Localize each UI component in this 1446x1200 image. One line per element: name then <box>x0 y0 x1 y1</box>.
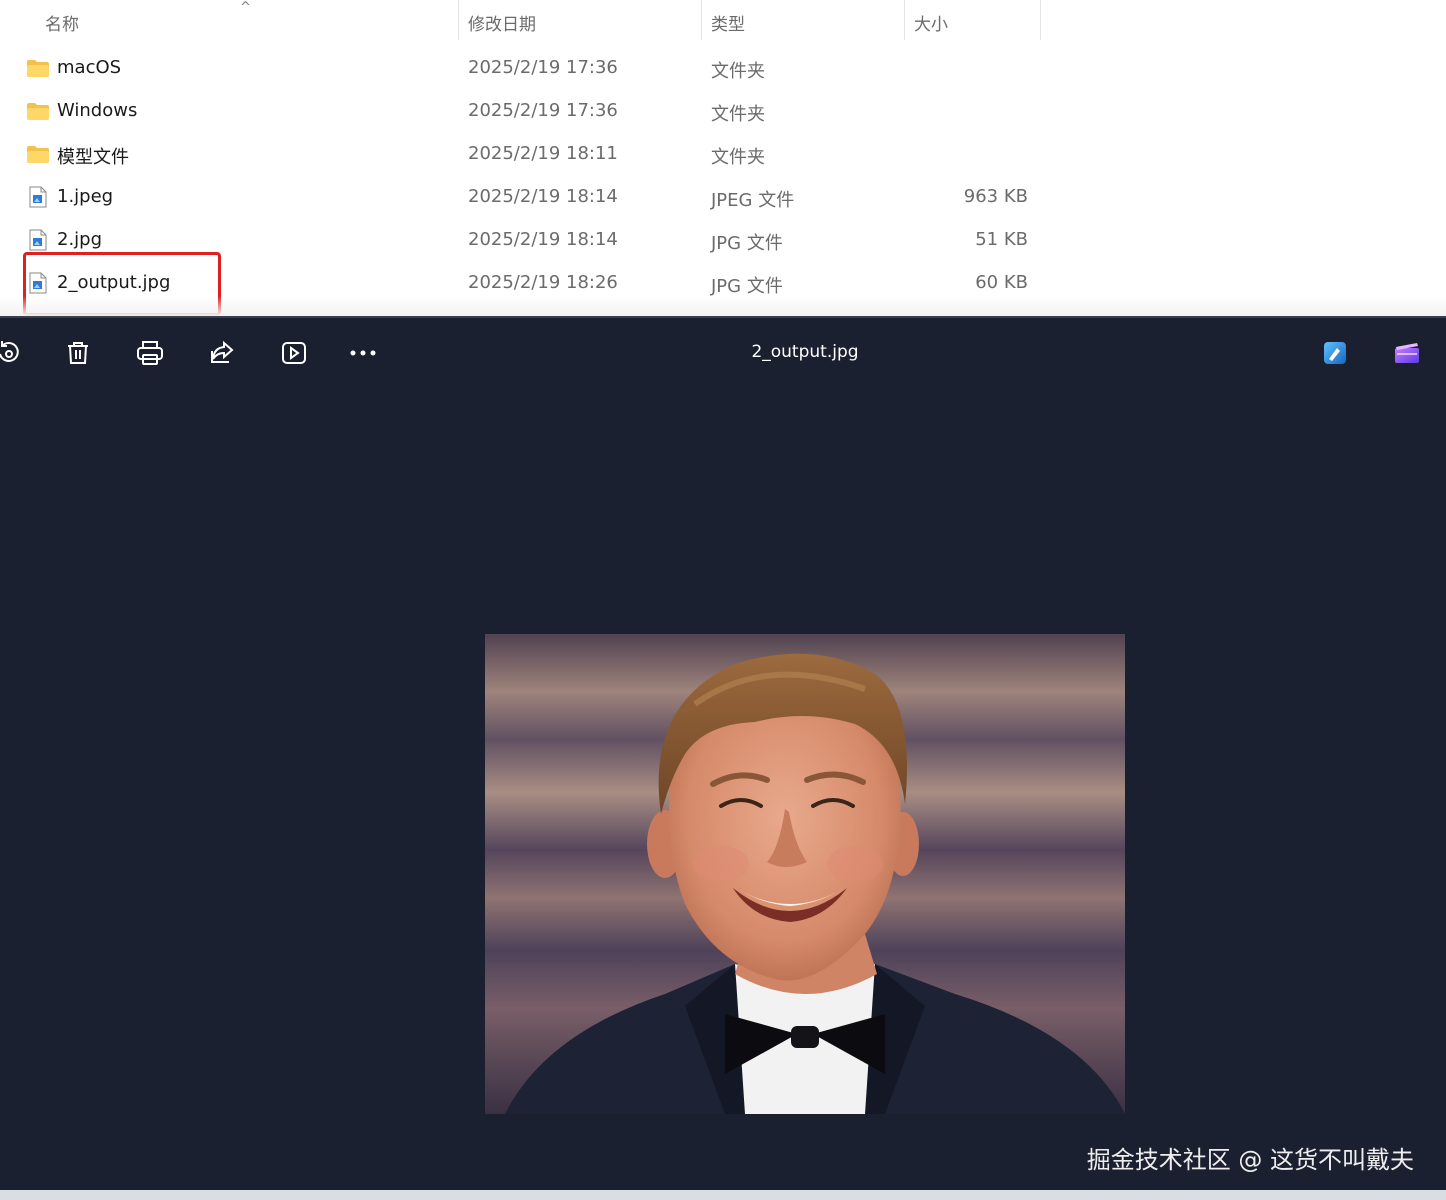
column-divider[interactable] <box>458 0 459 40</box>
column-date-header[interactable]: 修改日期 <box>468 10 536 35</box>
edit-photo-button[interactable] <box>1320 338 1350 368</box>
file-type: 文件夹 <box>711 61 765 82</box>
column-divider[interactable] <box>701 0 702 40</box>
image-file-icon <box>29 186 47 212</box>
file-name: 2.jpg <box>57 229 103 250</box>
file-name: Windows <box>57 100 138 121</box>
file-row-model-files[interactable]: 模型文件 2025/2/19 18:11 文件夹 <box>0 133 1050 176</box>
file-type: 文件夹 <box>711 104 765 125</box>
sort-ascending-icon: ^ <box>240 0 251 15</box>
file-date: 2025/2/19 18:26 <box>468 272 618 293</box>
folder-icon <box>26 59 50 82</box>
bottom-bar <box>0 1190 1446 1200</box>
file-name: macOS <box>57 57 122 78</box>
column-type-header[interactable]: 类型 <box>711 10 745 35</box>
file-date: 2025/2/19 18:14 <box>468 229 618 250</box>
file-date: 2025/2/19 17:36 <box>468 100 618 121</box>
file-type: 文件夹 <box>711 147 765 168</box>
file-size: 60 KB <box>975 272 1028 293</box>
viewer-toolbar: 2_output.jpg <box>0 318 1446 388</box>
file-name: 模型文件 <box>57 147 129 168</box>
column-name-header[interactable]: 名称 <box>45 10 79 35</box>
scroll-fade <box>0 296 1446 316</box>
file-row-1-jpeg[interactable]: 1.jpeg 2025/2/19 18:14 JPEG 文件 963 KB <box>0 176 1050 219</box>
photo-viewer: 2_output.jpg 掘金技术社区 @ 这货不叫戴夫 <box>0 316 1446 1190</box>
file-type: JPEG 文件 <box>711 190 795 211</box>
displayed-photo <box>485 634 1125 1114</box>
column-headers: 名称 ^ 修改日期 类型 大小 <box>0 0 1446 42</box>
clipchamp-icon <box>1395 343 1419 363</box>
file-date: 2025/2/19 18:14 <box>468 186 618 207</box>
watermark-text: 掘金技术社区 @ 这货不叫戴夫 <box>1086 1146 1414 1174</box>
file-size: 963 KB <box>963 186 1028 207</box>
file-row-macos[interactable]: macOS 2025/2/19 17:36 文件夹 <box>0 47 1050 90</box>
file-row-windows[interactable]: Windows 2025/2/19 17:36 文件夹 <box>0 90 1050 133</box>
file-date: 2025/2/19 18:11 <box>468 143 618 164</box>
column-divider[interactable] <box>1040 0 1041 40</box>
clipchamp-button[interactable] <box>1392 338 1422 368</box>
column-size-header[interactable]: 大小 <box>914 10 948 35</box>
file-type: JPG 文件 <box>711 233 783 254</box>
file-explorer: 名称 ^ 修改日期 类型 大小 macOS 2025/2/19 17:36 文件… <box>0 0 1446 316</box>
viewer-title: 2_output.jpg <box>751 342 859 362</box>
folder-icon <box>26 145 50 168</box>
file-name: 1.jpeg <box>57 186 114 207</box>
file-date: 2025/2/19 17:36 <box>468 57 618 78</box>
edit-photo-icon <box>1324 342 1346 364</box>
column-divider[interactable] <box>904 0 905 40</box>
file-size: 51 KB <box>975 229 1028 250</box>
folder-icon <box>26 102 50 125</box>
file-type: JPG 文件 <box>711 276 783 297</box>
